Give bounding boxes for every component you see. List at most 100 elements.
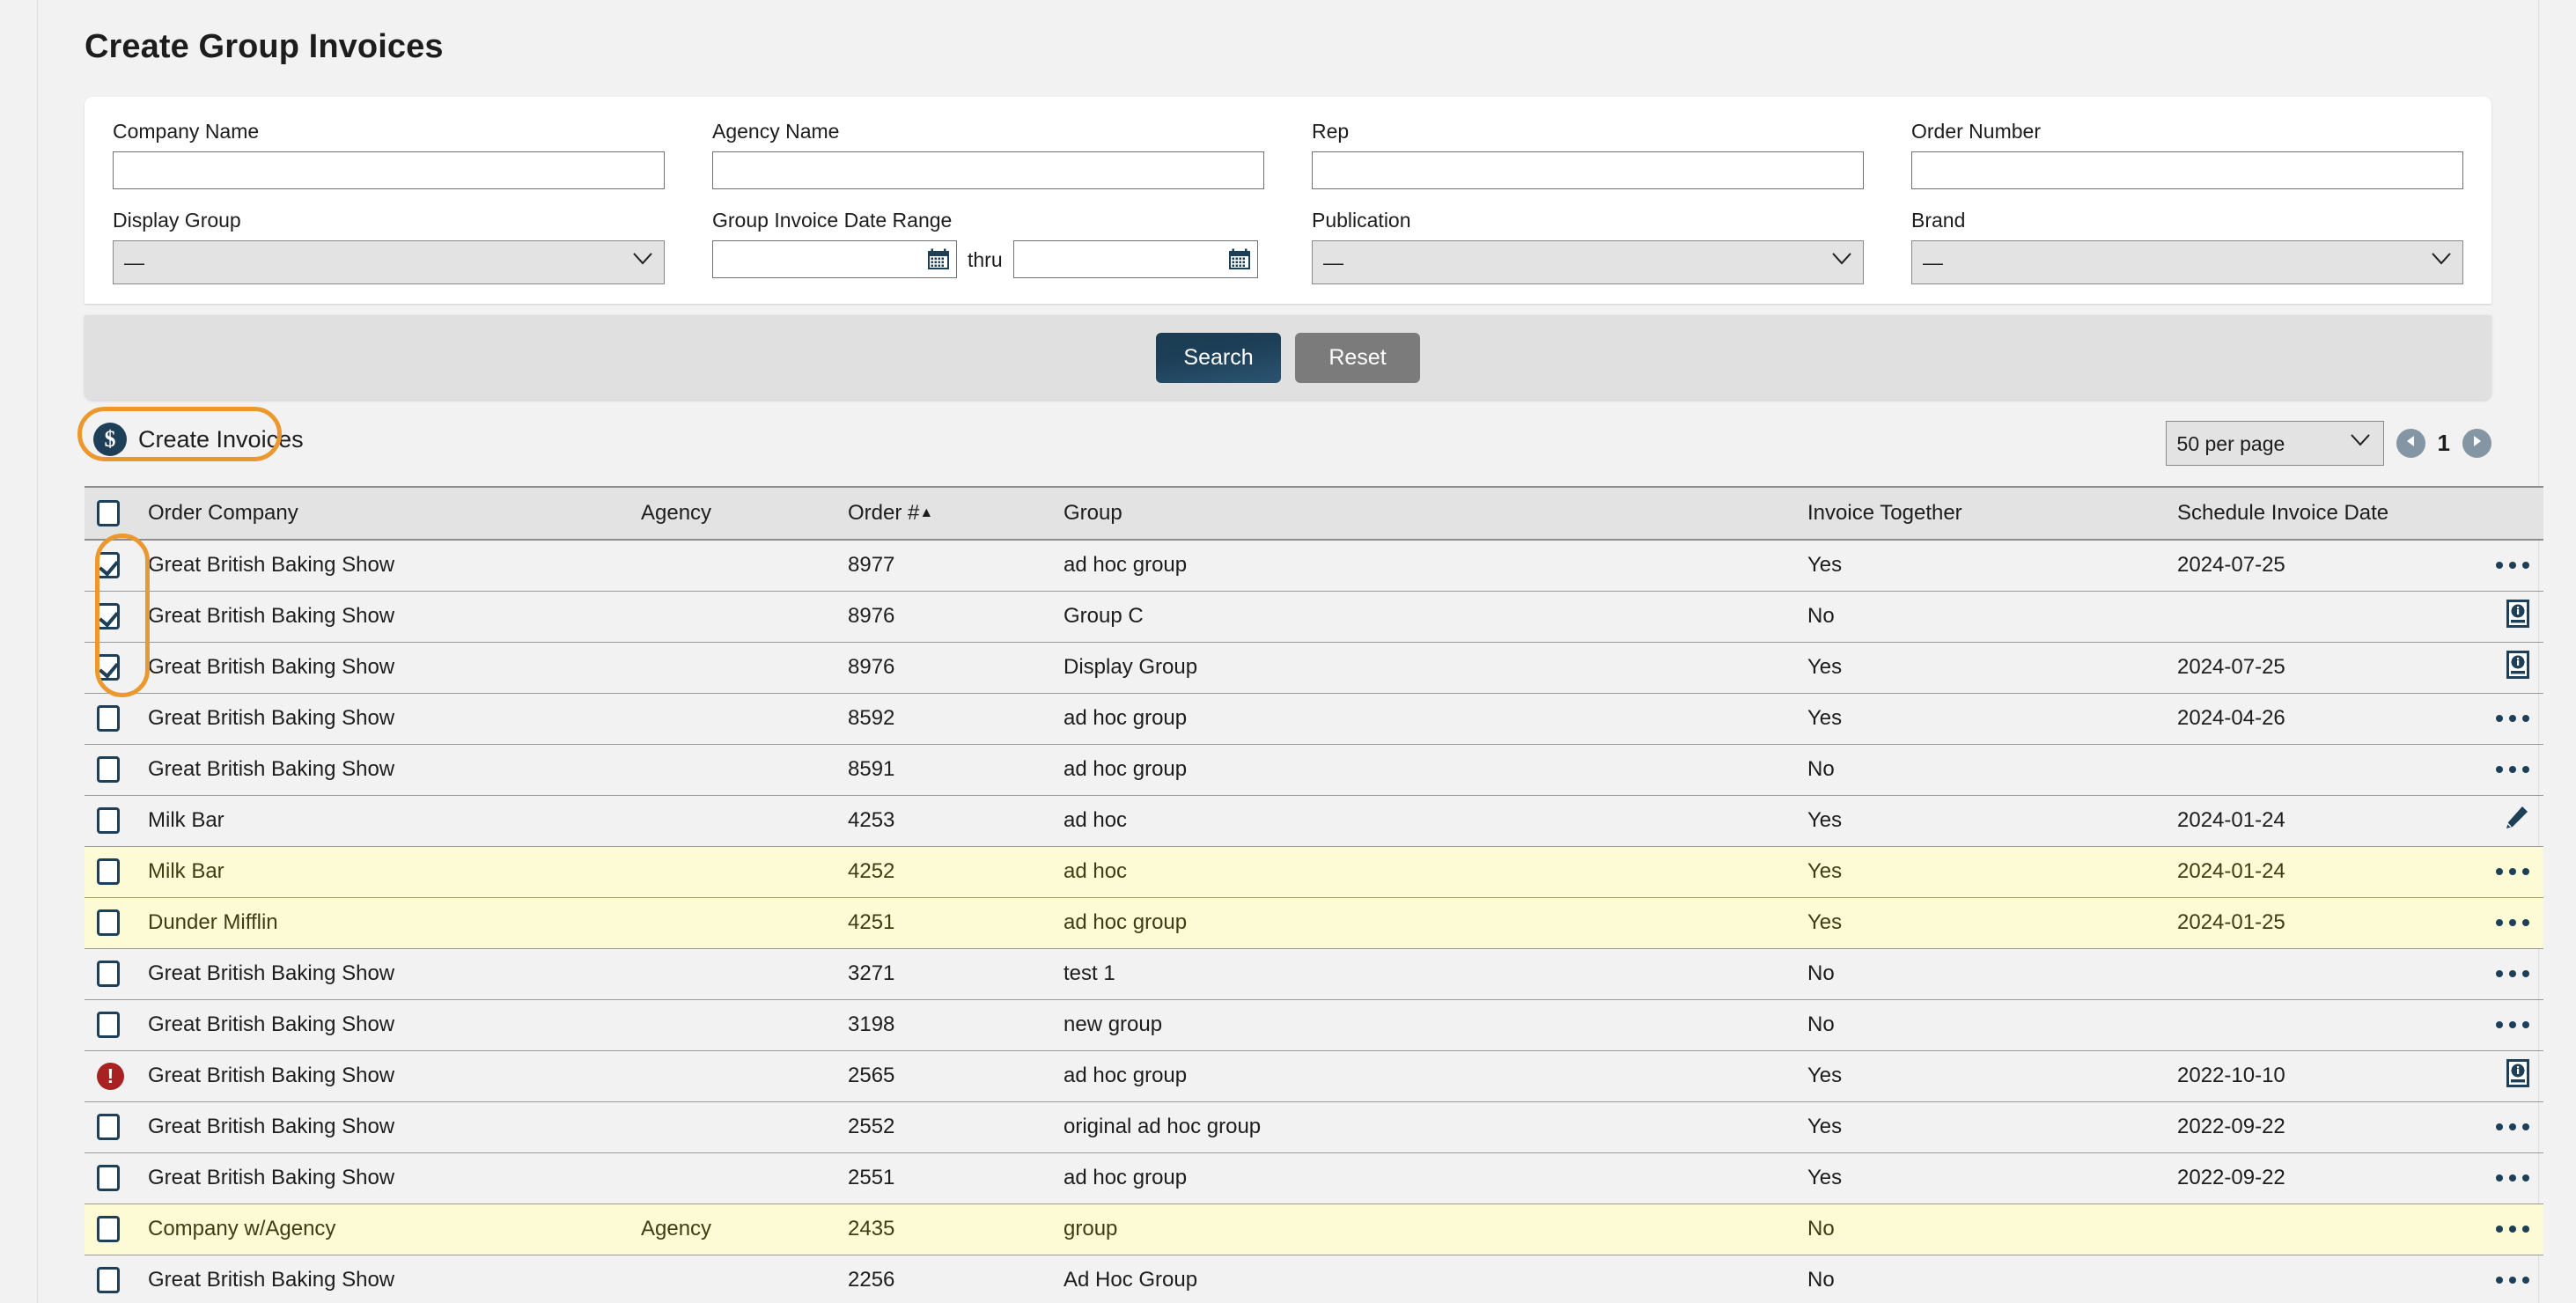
row-invoice-together: Yes: [1804, 1050, 2174, 1101]
row-group: Ad Hoc Group: [1060, 1255, 1804, 1303]
row-group: ad hoc group: [1060, 1152, 1804, 1204]
header-agency[interactable]: Agency: [637, 487, 844, 540]
calendar-icon[interactable]: [927, 248, 950, 271]
row-invoice-together: Yes: [1804, 693, 2174, 744]
row-select-checkbox[interactable]: [97, 756, 120, 783]
row-order-company: Milk Bar: [144, 846, 637, 897]
row-agency: [637, 1152, 844, 1204]
table-row[interactable]: Great British Baking Show8592ad hoc grou…: [85, 693, 2543, 744]
field-order-number: Order Number: [1911, 120, 2463, 189]
more-dots-icon[interactable]: [2496, 1123, 2529, 1130]
row-select-checkbox[interactable]: [97, 961, 120, 987]
search-action-bar: Search Reset: [85, 315, 2491, 400]
more-dots-icon[interactable]: [2496, 1174, 2529, 1182]
row-select-cell: [85, 846, 144, 897]
date-range-to-input[interactable]: [1014, 241, 1257, 277]
table-row[interactable]: Company w/AgencyAgency2435groupNo: [85, 1204, 2543, 1255]
header-order-company[interactable]: Order Company: [144, 487, 637, 540]
search-panel: Company Name Agency Name Rep Order Numbe…: [85, 97, 2491, 304]
select-all-checkbox[interactable]: [97, 500, 120, 526]
more-dots-icon[interactable]: [2496, 562, 2529, 569]
display-group-select[interactable]: —: [113, 240, 665, 284]
calendar-icon[interactable]: [1228, 248, 1251, 271]
header-order-number-label: Order #: [848, 501, 919, 525]
row-invoice-together: No: [1804, 948, 2174, 999]
row-select-checkbox[interactable]: [97, 858, 120, 885]
more-dots-icon[interactable]: [2496, 1021, 2529, 1028]
row-order-number: 2552: [844, 1101, 1060, 1152]
more-dots-icon[interactable]: [2496, 970, 2529, 977]
row-select-cell: [85, 999, 144, 1050]
table-row[interactable]: Dunder Mifflin4251ad hoc groupYes2024-01…: [85, 897, 2543, 948]
table-row[interactable]: !Great British Baking Show2565ad hoc gro…: [85, 1050, 2543, 1101]
row-invoice-together: No: [1804, 999, 2174, 1050]
header-invoice-together[interactable]: Invoice Together: [1804, 487, 2174, 540]
row-group: ad hoc: [1060, 795, 1804, 846]
date-range-to: [1013, 240, 1258, 278]
agency-name-input[interactable]: [712, 151, 1264, 189]
search-button[interactable]: Search: [1156, 333, 1281, 383]
table-row[interactable]: Great British Baking Show3198new groupNo: [85, 999, 2543, 1050]
row-select-checkbox[interactable]: [97, 1012, 120, 1038]
row-select-checkbox[interactable]: [97, 1165, 120, 1191]
row-select-checkbox[interactable]: [97, 1114, 120, 1140]
table-row[interactable]: Great British Baking Show2256Ad Hoc Grou…: [85, 1255, 2543, 1303]
table-row[interactable]: Great British Baking Show2551ad hoc grou…: [85, 1152, 2543, 1204]
row-select-checkbox[interactable]: [97, 909, 120, 936]
row-actions-cell: [2447, 999, 2543, 1050]
order-number-input[interactable]: [1911, 151, 2463, 189]
row-select-checkbox[interactable]: [97, 807, 120, 834]
more-dots-icon[interactable]: [2496, 1277, 2529, 1284]
table-row[interactable]: Milk Bar4252ad hocYes2024-01-24: [85, 846, 2543, 897]
reset-button[interactable]: Reset: [1295, 333, 1420, 383]
header-schedule-invoice-date[interactable]: Schedule Invoice Date: [2174, 487, 2447, 540]
row-order-number: 4253: [844, 795, 1060, 846]
date-range-from-input[interactable]: [713, 241, 956, 277]
row-order-company: Great British Baking Show: [144, 1255, 637, 1303]
row-select-checkbox[interactable]: [97, 654, 120, 681]
row-group: ad hoc group: [1060, 897, 1804, 948]
header-actions: [2447, 487, 2543, 540]
pagination-controls: 50 per page 1: [2166, 421, 2491, 466]
table-row[interactable]: Great British Baking Show8976Display Gro…: [85, 642, 2543, 693]
row-order-company: Milk Bar: [144, 795, 637, 846]
row-select-checkbox[interactable]: [97, 705, 120, 732]
publication-select[interactable]: —: [1312, 240, 1864, 284]
more-dots-icon[interactable]: [2496, 766, 2529, 773]
more-dots-icon[interactable]: [2496, 1226, 2529, 1233]
header-order-number[interactable]: Order #▲: [844, 487, 1060, 540]
row-select-checkbox[interactable]: [97, 603, 120, 629]
table-row[interactable]: Great British Baking Show3271test 1No: [85, 948, 2543, 999]
row-select-cell: [85, 693, 144, 744]
more-dots-icon[interactable]: [2496, 919, 2529, 926]
header-group[interactable]: Group: [1060, 487, 1804, 540]
invoice-info-icon[interactable]: [2506, 651, 2529, 685]
create-invoices-button[interactable]: $ Create Invoices: [93, 423, 304, 456]
table-row[interactable]: Great British Baking Show8976Group CNo: [85, 591, 2543, 642]
edit-pencil-icon[interactable]: [2503, 805, 2529, 837]
invoice-info-icon[interactable]: [2506, 1059, 2529, 1093]
page-border-left: [37, 0, 38, 1303]
results-toolbar: $ Create Invoices 50 per page 1: [85, 412, 2491, 486]
company-name-input[interactable]: [113, 151, 665, 189]
row-select-checkbox[interactable]: [97, 552, 120, 578]
field-label-rep: Rep: [1312, 120, 1864, 144]
row-select-checkbox[interactable]: [97, 1267, 120, 1293]
table-row[interactable]: Great British Baking Show8977ad hoc grou…: [85, 540, 2543, 591]
row-order-company: Great British Baking Show: [144, 693, 637, 744]
brand-select[interactable]: —: [1911, 240, 2463, 284]
more-dots-icon[interactable]: [2496, 868, 2529, 875]
next-page-button[interactable]: [2462, 429, 2491, 458]
more-dots-icon[interactable]: [2496, 715, 2529, 722]
row-agency: [637, 795, 844, 846]
table-row[interactable]: Great British Baking Show8591ad hoc grou…: [85, 744, 2543, 795]
row-select-checkbox[interactable]: [97, 1216, 120, 1242]
per-page-select[interactable]: 50 per page: [2166, 421, 2384, 466]
rep-input[interactable]: [1312, 151, 1864, 189]
table-row[interactable]: Milk Bar4253ad hocYes2024-01-24: [85, 795, 2543, 846]
row-actions-cell: [2447, 1101, 2543, 1152]
table-row[interactable]: Great British Baking Show2552original ad…: [85, 1101, 2543, 1152]
invoice-info-icon[interactable]: [2506, 600, 2529, 634]
prev-page-button[interactable]: [2396, 429, 2425, 458]
row-error-icon[interactable]: !: [97, 1063, 124, 1090]
